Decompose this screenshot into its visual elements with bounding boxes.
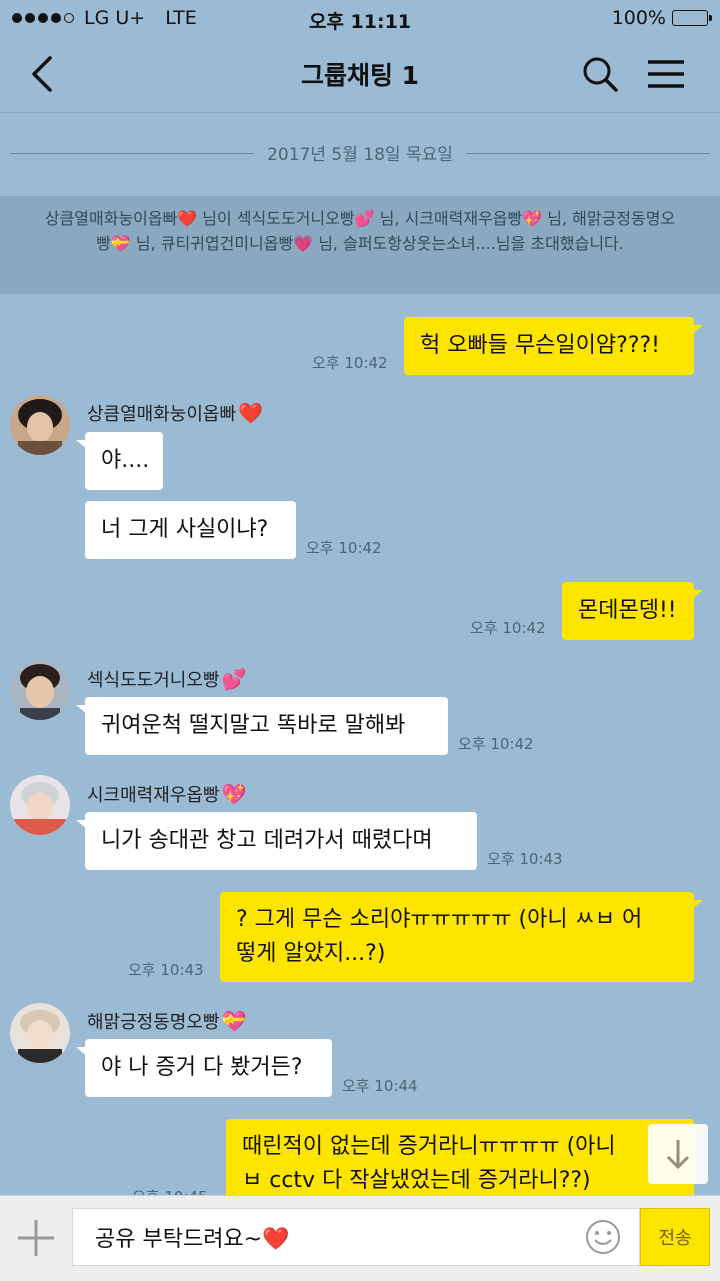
sender-name: 시크매력재우옵빵 💖 (87, 781, 246, 807)
message-time: 오후 10:42 (470, 619, 546, 637)
my-message-bubble[interactable]: 때린적이 없는데 증거라니ㅠㅠㅠㅠ (아니 ㅂ cctv 다 작살냈었는데 증거… (226, 1119, 703, 1195)
message-time: 오후 10:42 (312, 354, 388, 372)
message-time: 오후 10:43 (128, 961, 204, 979)
message-time: 오후 10:44 (342, 1077, 418, 1095)
heart-emoji: ❤️ (238, 401, 263, 425)
message-time: 오후 10:42 (306, 539, 382, 557)
hearts-emoji: 💕 (221, 667, 247, 691)
avatar[interactable] (10, 660, 70, 720)
scroll-down-button[interactable] (648, 1124, 708, 1184)
avatar[interactable] (10, 1003, 70, 1063)
emoji-icon[interactable] (584, 1218, 622, 1256)
sparkling-heart-emoji: 💖 (221, 782, 247, 806)
sender-name: 섹식도도거니오빵 💕 (87, 666, 246, 692)
message-line: 떻게 알았지...?) (236, 941, 386, 966)
sender-name-text: 시크매력재우옵빵 (87, 785, 220, 806)
avatar[interactable] (10, 395, 70, 455)
avatar[interactable] (10, 775, 70, 835)
message-bubble[interactable]: 야.... (76, 432, 163, 490)
input-bar: 공유 부탁드려요~❤️ 전송 (0, 1195, 720, 1281)
message-list[interactable]: 2017년 5월 18일 목요일 상큼열매화눙이옵빠❤️ 님이 섹식도도거니오빵… (0, 0, 720, 1195)
message-time: 오후 10:42 (458, 735, 534, 753)
scroll-down-icon (666, 1140, 690, 1170)
message-line: 때린적이 없는데 증거라니ㅠㅠㅠㅠ (아니 (242, 1134, 616, 1159)
message-bubble[interactable]: 너 그게 사실이냐? (85, 501, 296, 559)
message-time: 오후 10:43 (487, 850, 563, 868)
sender-name: 상큼열매화눙이옵빠 ❤️ (87, 400, 263, 426)
my-message-bubble[interactable]: ? 그게 무슨 소리야ㅠㅠㅠㅠㅠ (아니 ㅆㅂ 어 떻게 알았지...?) (220, 892, 703, 982)
message-bubble[interactable]: 니가 송대관 창고 데려가서 때렸다며 (76, 812, 477, 870)
my-message-bubble[interactable]: 헉 오빠들 무슨일이얌???! (404, 317, 703, 375)
message-input[interactable]: 공유 부탁드려요~❤️ (72, 1208, 640, 1266)
my-message-bubble[interactable]: 몬데몬뎅!! (562, 582, 703, 640)
message-line: ㅂ cctv 다 작살냈었는데 증거라니??) (242, 1168, 591, 1193)
sender-name-text: 해맑긍정동명오빵 (87, 1012, 220, 1033)
date-divider: 2017년 5월 18일 목요일 (0, 140, 720, 165)
system-notice: 상큼열매화눙이옵빠❤️ 님이 섹식도도거니오빵💕 님, 시크매력재우옵빵💖 님,… (0, 196, 720, 294)
send-button[interactable]: 전송 (640, 1208, 710, 1266)
message-time: 오후 10:45 (132, 1186, 208, 1195)
message-bubble[interactable]: 야 나 증거 다 봤거든? (76, 1039, 332, 1097)
sender-name: 해맑긍정동명오빵 💝 (87, 1008, 246, 1034)
message-bubble[interactable]: 귀여운척 떨지말고 똑바로 말해봐 (76, 697, 448, 755)
plus-icon[interactable] (14, 1216, 58, 1260)
heart-ribbon-emoji: 💝 (221, 1009, 247, 1033)
sender-name-text: 섹식도도거니오빵 (87, 670, 220, 691)
message-line: ? 그게 무슨 소리야ㅠㅠㅠㅠㅠ (아니 ㅆㅂ 어 (236, 907, 643, 932)
sender-name-text: 상큼열매화눙이옵빠 (87, 404, 237, 425)
